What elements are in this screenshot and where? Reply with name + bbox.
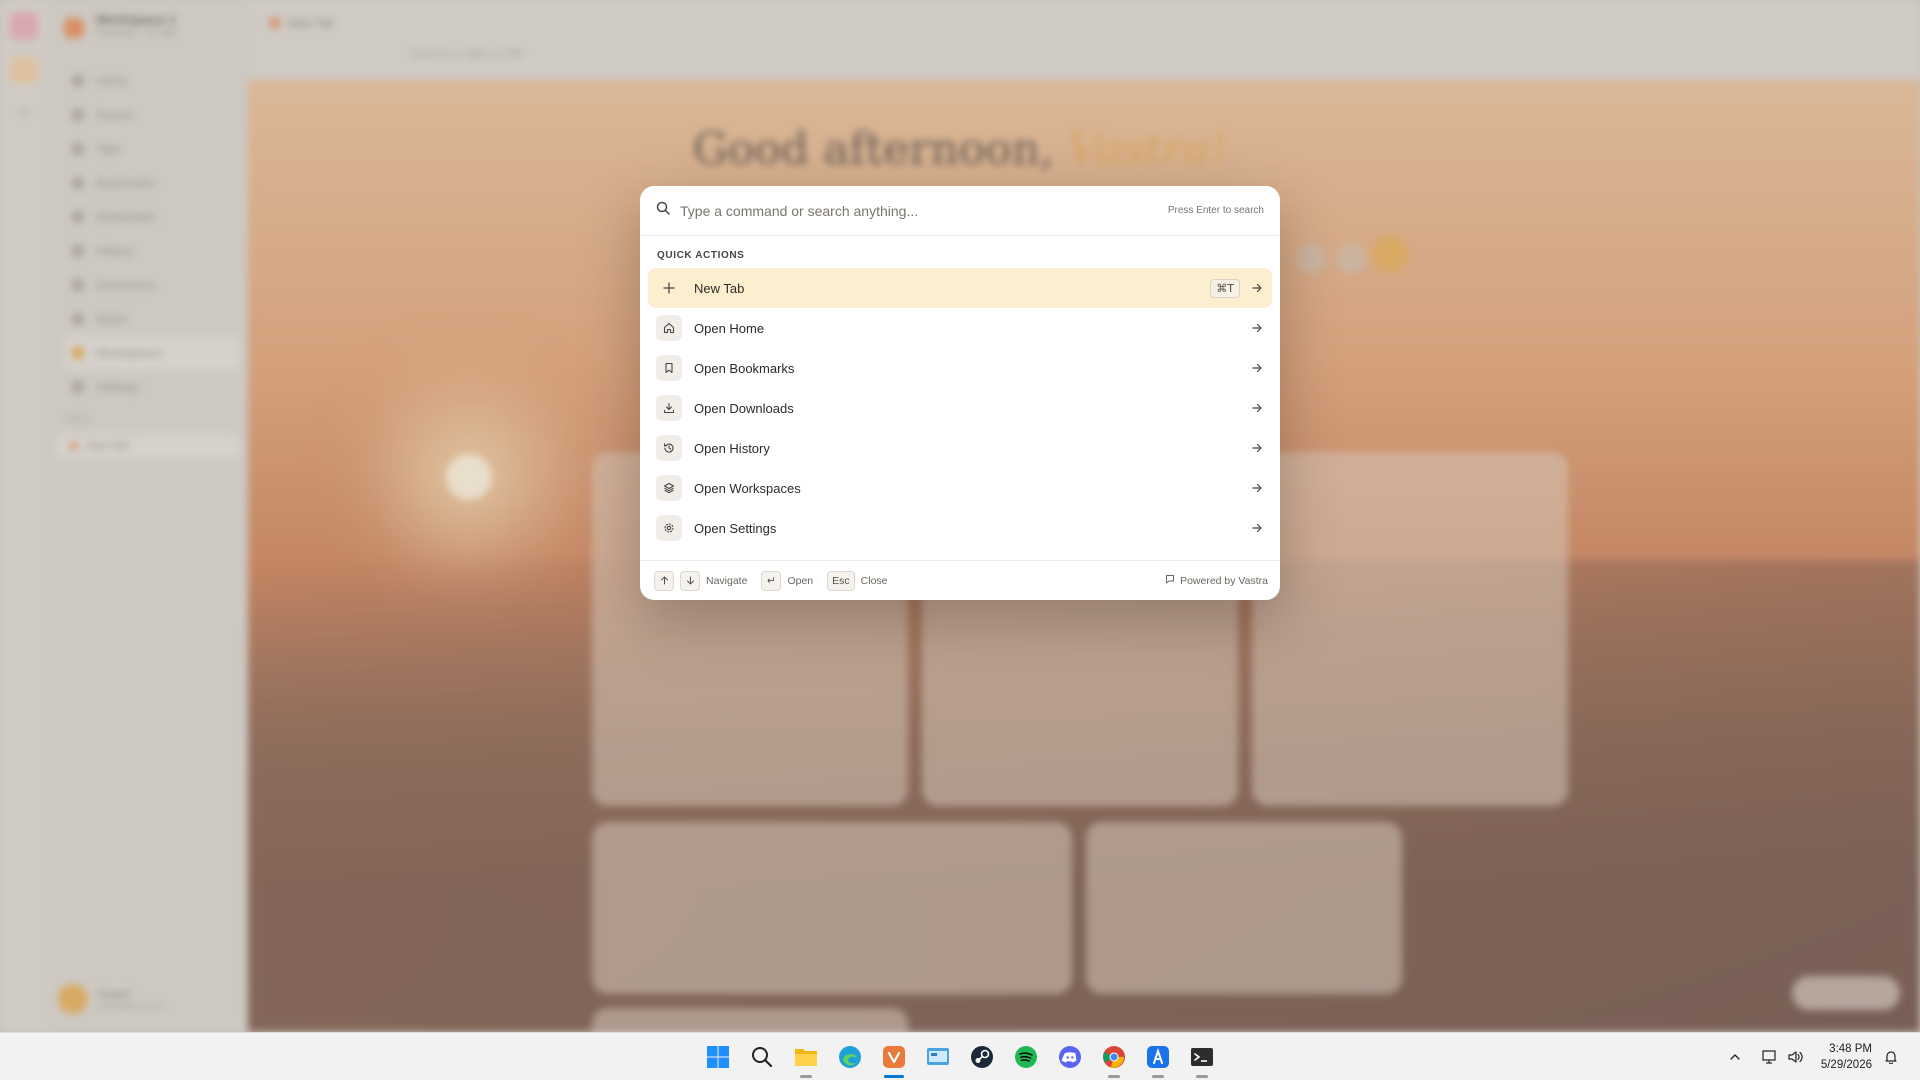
action-label: Open Home [694,320,765,336]
section-label: QUICK ACTIONS [657,250,745,261]
navigate-label: Navigate [706,574,748,587]
action-label: Open Settings [694,520,777,536]
gear-icon [656,515,682,541]
arrow-right-icon [1250,361,1264,375]
arrow-right-icon [1250,481,1264,495]
palette-search-row: Press Enter to search [640,186,1280,236]
plus-icon [656,275,682,301]
search-hint: Press Enter to search [1167,205,1264,216]
history-icon [656,435,682,461]
action-label: New Tab [694,280,745,296]
running-indicator [1196,1075,1208,1078]
edge-icon[interactable] [836,1043,864,1071]
running-indicator [1108,1075,1120,1078]
esc-key: Esc [827,570,855,591]
bookmark-icon [656,355,682,381]
action-open-home[interactable]: Open Home [648,308,1272,348]
arrow-right-icon [1250,281,1264,295]
chat-icon [1165,574,1175,587]
powered-by-label: Powered by Vastra [1180,574,1268,587]
palette-footer: Navigate ↵ Open Esc Close Powered by Vas… [640,560,1280,600]
layers-icon [656,475,682,501]
arrow-down-icon [680,570,700,591]
control-panel-icon[interactable] [924,1043,952,1071]
command-palette: Press Enter to search QUICK ACTIONS New … [640,186,1280,600]
action-open-downloads[interactable]: Open Downloads [648,388,1272,428]
start-icon[interactable] [704,1043,732,1071]
action-open-bookmarks[interactable]: Open Bookmarks [648,348,1272,388]
open-label: Open [787,574,814,587]
steam-icon[interactable] [968,1043,996,1071]
running-indicator [800,1075,812,1078]
arrow-right-icon [1250,401,1264,415]
action-open-history[interactable]: Open History [648,428,1272,468]
action-open-workspaces[interactable]: Open Workspaces [648,468,1272,508]
search-icon[interactable] [748,1043,776,1071]
enter-key: ↵ [761,570,782,591]
close-label: Close [860,574,888,587]
arrow-right-icon [1250,521,1264,535]
shortcut-badge: ⌘T [1210,278,1240,298]
action-label: Open History [694,440,770,456]
clock-time: 3:48 PM [1829,1043,1872,1055]
arrow-right-icon [1250,321,1264,335]
spotify-icon[interactable] [1012,1043,1040,1071]
command-search-input[interactable] [680,202,1168,219]
action-label: Open Workspaces [694,480,801,496]
notification-bell-icon[interactable] [1884,1033,1898,1080]
chrome-icon[interactable] [1100,1043,1128,1071]
chevron-up-icon[interactable] [1728,1033,1742,1080]
terminal-icon[interactable] [1188,1043,1216,1071]
close-hint: Esc Close [827,570,888,591]
volume-icon[interactable] [1788,1033,1804,1080]
search-icon [656,201,670,220]
download-icon [656,395,682,421]
discord-icon[interactable] [1056,1043,1084,1071]
vastra-icon[interactable] [880,1043,908,1071]
action-open-settings[interactable]: Open Settings [648,508,1272,548]
action-label: Open Downloads [694,400,794,416]
file-explorer-icon[interactable] [792,1043,820,1071]
arrow-up-icon [654,570,674,591]
quick-actions-list: New Tab ⌘T Open Home Open Bookmarks Open… [640,268,1280,548]
home-icon [656,315,682,341]
network-icon[interactable] [1762,1033,1778,1080]
taskbar: 3:48 PM 5/29/2026 [0,1032,1920,1080]
clock-date: 5/29/2026 [1820,1059,1872,1071]
action-label: Open Bookmarks [694,360,795,376]
open-hint: ↵ Open [761,570,814,591]
navigate-hint: Navigate [654,570,748,591]
action-new-tab[interactable]: New Tab ⌘T [648,268,1272,308]
powered-by: Powered by Vastra [1165,574,1268,587]
active-indicator [884,1075,904,1078]
arrow-right-icon [1250,441,1264,455]
running-indicator [1152,1075,1164,1078]
app-store-icon[interactable] [1144,1043,1172,1071]
clock[interactable]: 3:48 PM 5/29/2026 [1816,1041,1872,1073]
